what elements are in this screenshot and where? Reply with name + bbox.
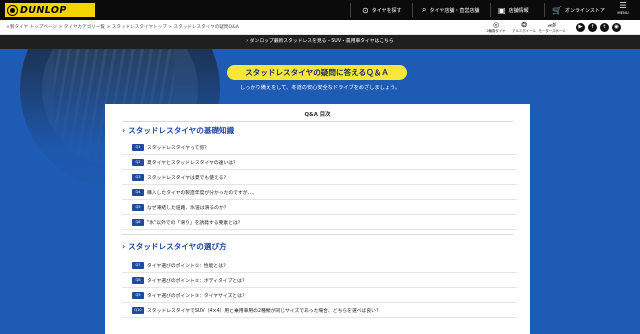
hero-subtitle: しっかり備えをして、冬道の安心安全なドライブをめざしましょう。 [239, 85, 401, 91]
instagram-icon[interactable]: ◉ [612, 23, 621, 32]
link-motorcycle-tires[interactable]: ◎ 2輪用タイヤ [482, 21, 510, 34]
nav-online-store[interactable]: 🛒 オンラインストア [552, 0, 605, 20]
facebook-icon[interactable]: f [588, 23, 597, 32]
nav-online-store-label: オンラインストア [564, 7, 605, 14]
section-heading: › スタッドレスタイヤの選び方 [122, 241, 517, 253]
shop-icon: ▣ [498, 5, 506, 15]
dunlop-flying-d-icon [7, 4, 18, 16]
race-car-icon: 🏎 [547, 21, 557, 29]
hero-title: スタッドレスタイヤの疑問に答えるＱ＆Ａ [227, 65, 407, 80]
section-heading: › スタッドレスタイヤの基礎知識 [122, 125, 517, 137]
question-link[interactable]: スタッドレスタイヤって何？ [147, 144, 209, 151]
chevron-right-icon: › [122, 126, 126, 135]
qa-panel: Q&A 目次 › スタッドレスタイヤの基礎知識 Q1 スタッドレスタイヤって何？ Q… [105, 104, 530, 334]
question-badge: Q3 [132, 173, 144, 181]
qa-item[interactable]: Q4 購入したタイヤの製造年度が分かったのですが、、、 [122, 185, 517, 200]
cart-icon: 🛒 [552, 5, 562, 15]
nav-tire-search[interactable]: ⊙ タイヤを探す [362, 0, 402, 20]
link-aluminum-wheels[interactable]: ❂ アルミホイール [510, 21, 538, 34]
question-link[interactable]: 購入したタイヤの製造年度が分かったのですが、、、 [147, 189, 257, 196]
wheel-icon: ❂ [521, 21, 527, 29]
qa-item[interactable]: Q9 タイヤ選びのポイント③：タイヤサイズとは？ [122, 288, 517, 303]
question-badge: Q8 [132, 276, 144, 284]
question-badge: Q9 [132, 291, 144, 299]
qa-toc-title: Q&A 目次 [304, 112, 331, 118]
section-heading-text: スタッドレスタイヤの選び方 [128, 242, 227, 251]
question-link[interactable]: "氷"以外での「滑り」を誘発する要素とは？ [147, 219, 243, 226]
qa-item[interactable]: Q8 タイヤ選びのポイント②：ボディタイプとは？ [122, 273, 517, 288]
question-link[interactable]: スタッドレスタイヤでSUV（4×4）用と乗用車用の2種類が同じサイズであった場合… [147, 307, 381, 314]
question-badge: Q2 [132, 158, 144, 166]
qa-item[interactable]: Q5 なぜ凍結した道路、氷道は滑るのか？ [122, 200, 517, 215]
qa-item[interactable]: Q3 スタッドレスタイヤは夏でも使える？ [122, 170, 517, 185]
nav-shop-info-label: 店舗情報 [508, 7, 529, 14]
qa-item[interactable]: Q7 タイヤ選びのポイント①：性能とは？ [122, 258, 517, 273]
notice-bar[interactable]: › ダンロップ最新スタッドレスを見る・SUV・農用車タイヤはこちら [0, 35, 640, 49]
question-link[interactable]: 夏タイヤとスタッドレスタイヤの違いは？ [147, 159, 238, 166]
site-header: DUNLOP ⊙ タイヤを探す ⌕ タイヤ店舗・直営店舗 ▣ 店舗情報 🛒 オン… [0, 0, 640, 20]
social-links: ▶ f t ◉ [576, 23, 621, 32]
notice-bar-text: ダンロップ最新スタッドレスを見る・SUV・農用車タイヤはこちら [249, 39, 394, 44]
menu-label: MENU [617, 10, 629, 15]
link-motorsports[interactable]: 🏎 モータースポーツ [538, 21, 566, 34]
twitter-icon[interactable]: t [600, 23, 609, 32]
chevron-right-icon: › [246, 39, 249, 44]
question-link[interactable]: タイヤ選びのポイント③：タイヤサイズとは？ [147, 292, 247, 299]
hamburger-icon: ☰ [619, 1, 627, 10]
chevron-right-icon: › [122, 242, 126, 251]
question-link[interactable]: タイヤ選びのポイント②：ボディタイプとは？ [147, 277, 247, 284]
link-motorsports-label: モータースポーツ [538, 29, 566, 33]
nav-divider [412, 3, 413, 17]
question-badge: Q7 [132, 261, 144, 269]
section-heading-text: スタッドレスタイヤの基礎知識 [128, 126, 235, 135]
qa-item[interactable]: Q1 スタッドレスタイヤって何？ [122, 140, 517, 155]
qa-section-selection: › スタッドレスタイヤの選び方 Q7 タイヤ選びのポイント①：性能とは？ Q8 タイヤ… [122, 241, 517, 318]
question-badge: Q1 [132, 143, 144, 151]
link-motorcycle-tires-label: 2輪用タイヤ [486, 29, 506, 33]
link-aluminum-wheels-label: アルミホイール [512, 29, 536, 33]
qa-item[interactable]: Q10 スタッドレスタイヤでSUV（4×4）用と乗用車用の2種類が同じサイズであっ… [122, 303, 517, 318]
youtube-icon[interactable]: ▶ [576, 23, 585, 32]
tire-search-icon: ⊙ [362, 5, 369, 15]
qa-item[interactable]: Q6 "氷"以外での「滑り」を誘発する要素とは？ [122, 215, 517, 230]
qa-section-basics: › スタッドレスタイヤの基礎知識 Q1 スタッドレスタイヤって何？ Q2 夏タイヤとス… [122, 125, 517, 230]
divider [122, 121, 513, 122]
nav-shop-info[interactable]: ▣ 店舗情報 [498, 0, 529, 20]
question-link[interactable]: なぜ凍結した道路、氷道は滑るのか？ [147, 204, 229, 211]
dunlop-logo[interactable]: DUNLOP [5, 3, 95, 17]
nav-divider [350, 3, 351, 17]
question-badge: Q5 [132, 203, 144, 211]
nav-store-search[interactable]: ⌕ タイヤ店舗・直営店舗 [422, 0, 479, 20]
question-link[interactable]: タイヤ選びのポイント①：性能とは？ [147, 262, 228, 269]
motorcycle-tire-icon: ◎ [492, 21, 500, 29]
nav-tire-search-label: タイヤを探す [371, 7, 402, 14]
logo-text: DUNLOP [20, 4, 67, 16]
qa-item[interactable]: Q2 夏タイヤとスタッドレスタイヤの違いは？ [122, 155, 517, 170]
question-badge: Q10 [132, 306, 144, 314]
store-search-icon: ⌕ [422, 5, 427, 14]
question-badge: Q6 [132, 218, 144, 226]
nav-divider [544, 3, 545, 17]
category-links: ◎ 2輪用タイヤ ❂ アルミホイール 🏎 モータースポーツ [482, 21, 566, 34]
breadcrumb[interactable]: ×製タイヤ トップページ > タイヤカテゴリー覧 > スタッドレスタイヤトップ … [6, 24, 239, 30]
divider [122, 234, 513, 235]
menu-button[interactable]: ☰ MENU [614, 2, 632, 18]
nav-divider [490, 3, 491, 17]
question-link[interactable]: スタッドレスタイヤは夏でも使える？ [147, 174, 228, 181]
question-badge: Q4 [132, 188, 144, 196]
sub-bar: ×製タイヤ トップページ > タイヤカテゴリー覧 > スタッドレスタイヤトップ … [0, 20, 640, 35]
nav-store-search-label: タイヤ店舗・直営店舗 [429, 7, 480, 14]
